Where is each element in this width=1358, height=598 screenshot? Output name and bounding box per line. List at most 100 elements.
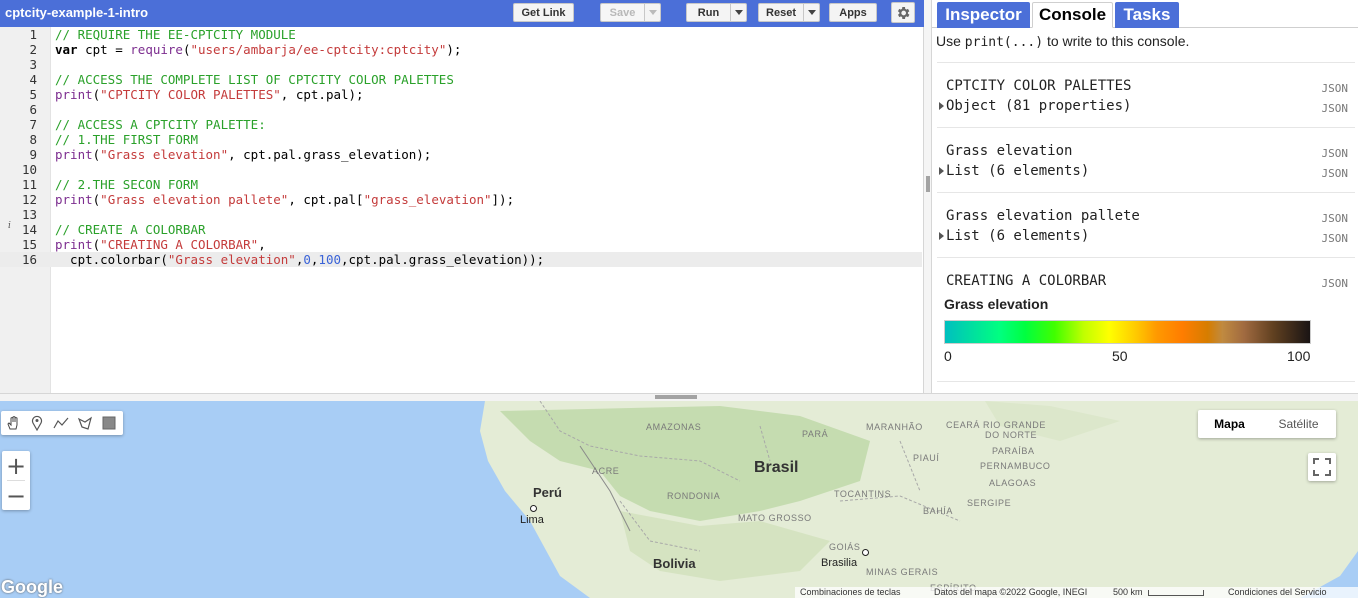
- scale-label[interactable]: 500 km: [1113, 587, 1143, 597]
- code-token: "CPTCITY COLOR PALETTES": [100, 87, 281, 102]
- console-entry-value[interactable]: List (6 elements): [946, 163, 1089, 179]
- map-label: ALAGOAS: [989, 478, 1037, 488]
- json-link[interactable]: JSON: [1322, 82, 1349, 95]
- line-number: 4: [29, 72, 37, 87]
- json-link[interactable]: JSON: [1322, 102, 1349, 115]
- zoom-in-button[interactable]: +: [2, 451, 30, 480]
- save-button[interactable]: Save: [600, 3, 645, 22]
- code-token: 100: [318, 252, 341, 267]
- json-link[interactable]: JSON: [1322, 167, 1349, 180]
- colorbar-mid-label: 50: [1112, 348, 1128, 364]
- map-type-satellite-button[interactable]: Satélite: [1261, 410, 1336, 438]
- line-number: 14: [21, 222, 37, 237]
- map-label: ACRE: [592, 466, 620, 476]
- keyboard-shortcuts-link[interactable]: Combinaciones de teclas: [800, 587, 901, 597]
- map-type-control: Mapa Satélite: [1198, 410, 1336, 438]
- tab-tasks[interactable]: Tasks: [1115, 2, 1179, 28]
- line-tool-button[interactable]: [49, 411, 73, 435]
- expand-triangle-icon[interactable]: [939, 167, 944, 175]
- save-dropdown-arrow[interactable]: [645, 3, 661, 22]
- code-text: // CREATE A COLORBAR: [55, 222, 206, 237]
- code-editor[interactable]: 1 // REQUIRE THE EE-CPTCITY MODULE 2 var cp…: [0, 27, 924, 393]
- expand-triangle-icon[interactable]: [939, 232, 944, 240]
- colorbar-min-label: 0: [944, 348, 952, 364]
- reset-dropdown-arrow[interactable]: [804, 3, 820, 22]
- code-line[interactable]: 11 // 2.THE SECON FORM: [0, 177, 922, 192]
- code-line[interactable]: 3: [0, 57, 922, 72]
- vertical-splitter[interactable]: [924, 0, 932, 393]
- line-number: 10: [21, 162, 37, 177]
- info-icon[interactable]: i: [8, 221, 12, 233]
- run-button[interactable]: Run: [686, 3, 731, 22]
- json-link[interactable]: JSON: [1322, 147, 1349, 160]
- console-hint-code: print(...): [964, 35, 1044, 50]
- json-link[interactable]: JSON: [1322, 212, 1349, 225]
- zoom-out-button[interactable]: −: [2, 481, 30, 510]
- map-type-map-button[interactable]: Mapa: [1198, 410, 1261, 438]
- code-line[interactable]: 16 cpt.colorbar("Grass elevation",0,100,…: [0, 252, 922, 267]
- code-text: // REQUIRE THE EE-CPTCITY MODULE: [55, 27, 296, 42]
- code-token: , cpt.pal.grass_elevation);: [228, 147, 432, 162]
- panel-tab-bar: Inspector Console Tasks: [932, 0, 1358, 28]
- code-line[interactable]: 15 print("CREATING A COLORBAR",: [0, 237, 922, 252]
- code-line[interactable]: 13: [0, 207, 922, 222]
- expand-triangle-icon[interactable]: [939, 102, 944, 110]
- horizontal-splitter-grip[interactable]: [655, 395, 697, 399]
- map-label: PARAÍBA: [992, 446, 1035, 456]
- polygon-icon: [77, 416, 93, 430]
- console-entry-value[interactable]: List (6 elements): [946, 228, 1089, 244]
- code-line[interactable]: 2 var cpt = require("users/ambarja/ee-cpt…: [0, 42, 922, 57]
- console-hint-suffix: to write to this console.: [1043, 33, 1190, 49]
- terms-of-service-link[interactable]: Condiciones del Servicio: [1228, 587, 1327, 597]
- code-line[interactable]: 9 print("Grass elevation", cpt.pal.grass_…: [0, 147, 922, 162]
- map-canvas[interactable]: AMAZONAS PARÁ MARANHÃO CEARÁ RIO GRANDE …: [0, 401, 1358, 598]
- settings-button[interactable]: [891, 2, 915, 23]
- code-text: cpt.colorbar("Grass elevation",0,100,cpt…: [55, 252, 544, 267]
- marker-icon: [31, 415, 43, 431]
- code-token: // REQUIRE THE EE-CPTCITY MODULE: [55, 27, 296, 42]
- code-line[interactable]: 8 // 1.THE FIRST FORM: [0, 132, 922, 147]
- code-line[interactable]: 6: [0, 102, 922, 117]
- fullscreen-button[interactable]: [1308, 453, 1336, 481]
- run-dropdown-arrow[interactable]: [731, 3, 747, 22]
- google-logo: Google: [1, 577, 63, 597]
- marker-tool-button[interactable]: [25, 411, 49, 435]
- code-text: // 1.THE FIRST FORM: [55, 132, 198, 147]
- hand-tool-button[interactable]: [1, 411, 25, 435]
- map-label: DO NORTE: [985, 430, 1038, 440]
- map-data-attribution: Datos del mapa ©2022 Google, INEGI: [934, 587, 1088, 597]
- console-entry: Grass elevation pallete JSON List (6 ele…: [937, 192, 1355, 257]
- editor-toolbar: cptcity-example-1-intro Get Link Save Ru…: [0, 0, 924, 27]
- rectangle-tool-button[interactable]: [97, 411, 121, 435]
- get-link-button[interactable]: Get Link: [513, 3, 574, 22]
- code-line[interactable]: 12 print("Grass elevation pallete", cpt.p…: [0, 192, 922, 207]
- code-line[interactable]: 7 // ACCESS A CPTCITY PALETTE:: [0, 117, 922, 132]
- line-number: 2: [29, 42, 37, 57]
- tab-inspector[interactable]: Inspector: [937, 2, 1030, 28]
- code-token: , cpt.pal);: [280, 87, 364, 102]
- code-line[interactable]: 14 // CREATE A COLORBAR: [0, 222, 922, 237]
- code-token: print: [55, 192, 93, 207]
- country-label-bolivia: Bolivia: [653, 556, 696, 571]
- reset-button[interactable]: Reset: [758, 3, 804, 22]
- json-link[interactable]: JSON: [1322, 277, 1349, 290]
- code-text: print("Grass elevation", cpt.pal.grass_e…: [55, 147, 431, 162]
- json-link[interactable]: JSON: [1322, 232, 1349, 245]
- code-token: // 1.THE FIRST FORM: [55, 132, 198, 147]
- code-line[interactable]: 4 // ACCESS THE COMPLETE LIST OF CPTCITY …: [0, 72, 922, 87]
- map-label: MINAS GERAIS: [866, 567, 939, 577]
- code-line[interactable]: 10: [0, 162, 922, 177]
- code-line[interactable]: 1 // REQUIRE THE EE-CPTCITY MODULE: [0, 27, 922, 42]
- code-token: cpt.colorbar(: [55, 252, 168, 267]
- code-token: , cpt.pal[: [288, 192, 364, 207]
- apps-button[interactable]: Apps: [829, 3, 877, 22]
- code-token: print: [55, 237, 93, 252]
- code-token: ,cpt.pal.grass_elevation));: [341, 252, 545, 267]
- console-entry-value[interactable]: Object (81 properties): [946, 98, 1131, 114]
- map-label: TOCANTINS: [834, 489, 892, 499]
- line-number: 13: [21, 207, 37, 222]
- code-line[interactable]: 5 print("CPTCITY COLOR PALETTES", cpt.pal…: [0, 87, 922, 102]
- polygon-tool-button[interactable]: [73, 411, 97, 435]
- tab-console[interactable]: Console: [1032, 2, 1113, 28]
- vertical-splitter-grip[interactable]: [926, 176, 930, 192]
